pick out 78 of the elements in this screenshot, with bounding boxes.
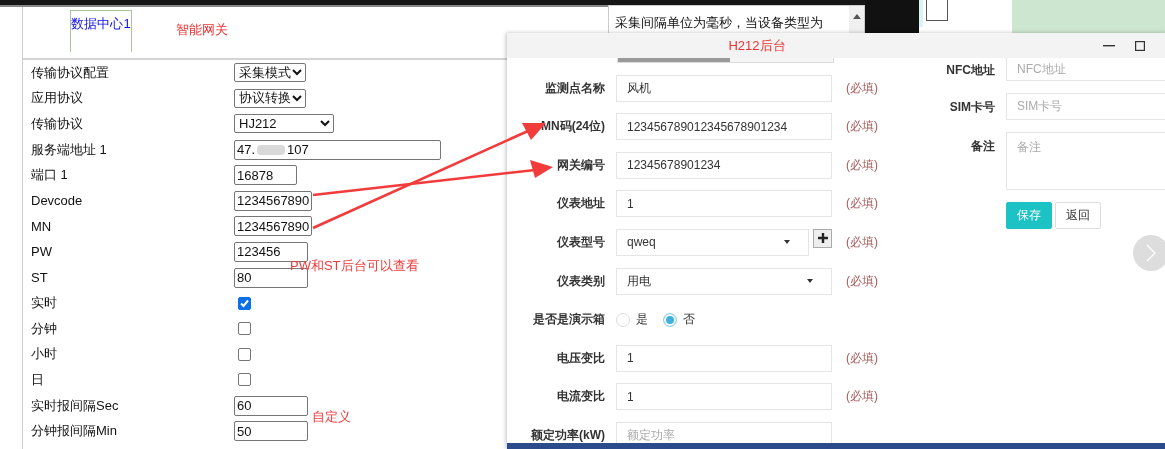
input-field[interactable]: 16878: [234, 165, 297, 186]
window-thumbnail: [926, 0, 948, 21]
field-label: 传输协议配置: [31, 63, 110, 82]
field-label: PW: [31, 244, 53, 260]
required-note: (必填): [846, 195, 878, 213]
dropdown[interactable]: 协议转换: [234, 88, 306, 108]
field-label: 端口 1: [31, 166, 69, 185]
tooltip-text: 采集间隔单位为毫秒，当设备类型为: [614, 14, 824, 32]
input-field[interactable]: 风机: [616, 74, 832, 102]
checkbox[interactable]: [238, 347, 251, 361]
minimize-icon[interactable]: [1103, 45, 1115, 47]
add-button[interactable]: [813, 228, 832, 248]
maximize-icon[interactable]: [1135, 41, 1145, 51]
chevron-down-icon: [292, 69, 302, 77]
input-field[interactable]: 123456: [234, 241, 308, 262]
page-title: 智能网关: [176, 21, 228, 39]
checkbox[interactable]: [238, 373, 251, 387]
window-title: H212后台: [728, 36, 786, 55]
field-label: 实时: [31, 294, 58, 313]
field-label: NFC地址: [945, 62, 995, 79]
tab[interactable]: 数据中心1: [70, 10, 132, 52]
input-field[interactable]: 1234567890: [234, 190, 312, 211]
plus-icon: [817, 233, 828, 244]
input-field[interactable]: 1234567890: [234, 216, 312, 237]
field-label: SIM卡号: [948, 99, 995, 116]
field-label: 备注: [970, 138, 995, 155]
chevron-down-icon: [320, 120, 330, 128]
input-field[interactable]: 123456789012345678901234: [616, 113, 832, 141]
chevron-right-icon: [1146, 244, 1156, 262]
back-button[interactable]: 返回: [1055, 202, 1101, 229]
dropdown[interactable]: qweq: [616, 228, 809, 256]
field-label: 分钟: [31, 319, 58, 338]
field-label: 日: [31, 370, 45, 389]
input-field[interactable]: 60: [234, 395, 308, 416]
field-label: 是否是演示箱: [532, 311, 605, 329]
field-label: 应用协议: [31, 89, 84, 108]
radio-label: 否: [683, 311, 695, 329]
field-label: 仪表地址: [555, 195, 605, 213]
field-label: 电流变比: [556, 388, 605, 406]
input-field[interactable]: 1: [616, 190, 832, 218]
field-label: 分钟报间隔Min: [31, 422, 118, 441]
field-label: 传输协议: [31, 115, 84, 133]
chevron-down-icon: [292, 94, 302, 102]
input-field[interactable]: 50: [234, 421, 308, 442]
required-note: (必填): [846, 156, 878, 174]
radio-button[interactable]: [663, 312, 677, 327]
field-label: 小时: [31, 345, 58, 364]
checkbox[interactable]: [238, 296, 251, 310]
input-field[interactable]: 1: [616, 344, 832, 372]
annotation-text: 自定义: [312, 408, 351, 426]
caret-icon: [784, 240, 790, 245]
radio-label: 是: [636, 311, 648, 329]
required-note: (必填): [846, 388, 878, 406]
field-label: 额定功率(kW): [530, 426, 605, 443]
required-note: (必填): [846, 118, 878, 136]
caret-icon: [807, 279, 813, 284]
scroll-up-icon[interactable]: [852, 14, 861, 19]
field-label: MN: [31, 218, 53, 234]
field-label: 电压变比: [556, 349, 605, 367]
required-note: (必填): [846, 233, 878, 251]
field-label: 仪表型号: [555, 233, 605, 251]
input-field[interactable]: 47. 107: [234, 139, 441, 160]
dropdown[interactable]: 用电: [616, 267, 832, 295]
checkbox[interactable]: [238, 322, 251, 336]
field-label: ST: [31, 270, 49, 286]
dropdown[interactable]: HJ212: [234, 114, 334, 134]
field-label: 实时报间隔Sec: [31, 396, 120, 415]
field-label: 服务端地址 1: [31, 140, 108, 159]
required-note: (必填): [846, 349, 878, 367]
field-label: 仪表类别: [555, 272, 605, 290]
required-note: (必填): [846, 79, 878, 97]
required-note: (必填): [846, 272, 878, 290]
input-field[interactable]: 1: [616, 383, 832, 411]
dropdown[interactable]: 采集模式: [234, 63, 306, 83]
field-label: 监测点名称: [544, 79, 605, 97]
field-label: Devcode: [31, 193, 84, 209]
field-label: 网关编号: [556, 156, 605, 174]
input-field[interactable]: 12345678901234: [616, 151, 832, 179]
